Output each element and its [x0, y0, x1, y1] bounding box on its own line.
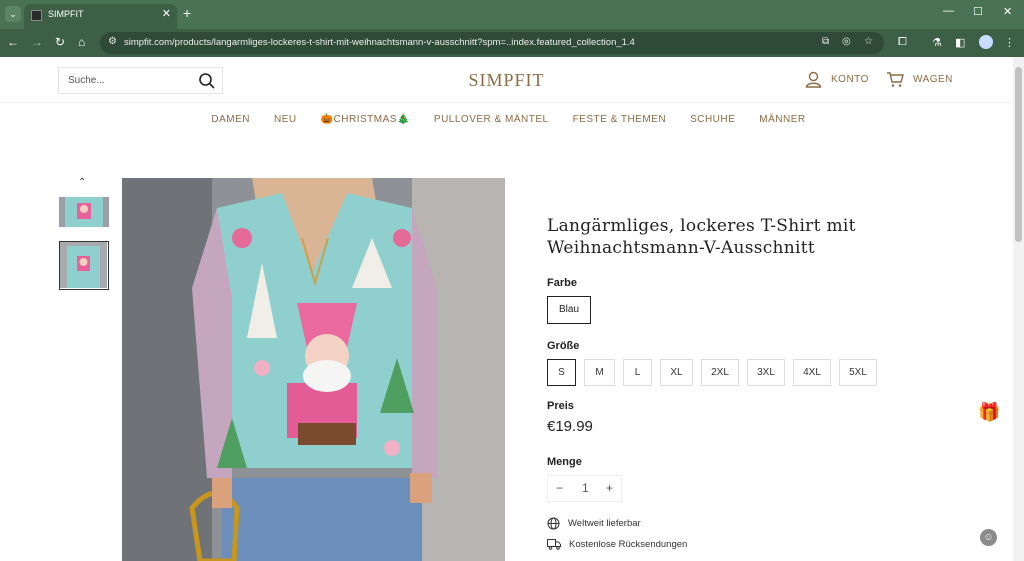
- quantity-value[interactable]: 1: [582, 481, 589, 495]
- eye-off-icon[interactable]: ◎: [842, 36, 851, 47]
- product-price: €19.99: [547, 418, 593, 435]
- menu-icon[interactable]: ⋮: [1004, 36, 1015, 49]
- quantity-decrease-button[interactable]: −: [556, 481, 563, 495]
- sidebar-icon[interactable]: ◧: [955, 36, 965, 49]
- new-tab-icon[interactable]: +: [183, 5, 191, 21]
- size-selector: S M L XL 2XL 3XL 4XL 5XL: [547, 359, 877, 386]
- color-label: Farbe: [547, 277, 577, 289]
- size-label: Größe: [547, 340, 580, 352]
- cart-icon: [887, 72, 904, 87]
- back-icon[interactable]: ←: [7, 35, 19, 49]
- nav-item-damen[interactable]: DAMEN: [211, 114, 250, 125]
- address-bar[interactable]: ⚙ simpfit.com/products/langarmliges-lock…: [100, 32, 884, 54]
- favicon-icon: [31, 10, 42, 21]
- price-label: Preis: [547, 400, 574, 412]
- account-link[interactable]: KONTO: [805, 71, 869, 88]
- translate-icon[interactable]: ⧉: [822, 36, 829, 47]
- forward-icon[interactable]: →: [31, 35, 43, 49]
- main-navigation: DAMEN NEU 🎃CHRISTMAS🎄 PULLOVER & MÄNTEL …: [0, 114, 1013, 125]
- web-page: SIMPFIT KONTO WAGEN DAMEN NEU 🎃CHRISTMAS…: [0, 57, 1013, 561]
- nav-item-maenner[interactable]: MÄNNER: [759, 114, 805, 125]
- site-info-icon[interactable]: ⚙: [108, 36, 117, 47]
- feature-text: Weltweit lieferbar: [568, 518, 641, 529]
- browser-tabstrip: ⌄ SIMPFIT ✕ + — ☐ ✕: [0, 0, 1024, 29]
- truck-icon: [547, 539, 561, 550]
- size-option-l[interactable]: L: [623, 359, 652, 386]
- tab-title: SIMPFIT: [48, 9, 84, 19]
- gift-icon[interactable]: 🎁: [978, 402, 1000, 423]
- product-title: Langärmliges, lockeres T-Shirt mit Weihn…: [547, 216, 856, 258]
- globe-icon: [547, 517, 560, 530]
- maximize-icon[interactable]: ☐: [973, 5, 983, 18]
- url-text[interactable]: simpfit.com/products/langarmliges-locker…: [124, 37, 635, 48]
- tab-close-icon[interactable]: ✕: [162, 7, 171, 20]
- quantity-stepper: − 1 +: [547, 475, 622, 502]
- size-option-xl[interactable]: XL: [660, 359, 693, 386]
- nav-item-schuhe[interactable]: SCHUHE: [690, 114, 735, 125]
- feature-worldwide-shipping: Weltweit lieferbar: [547, 517, 641, 530]
- size-option-2xl[interactable]: 2XL: [701, 359, 739, 386]
- labs-icon[interactable]: ⚗: [932, 36, 942, 49]
- color-option-blau[interactable]: Blau: [547, 296, 591, 324]
- reload-icon[interactable]: ↻: [55, 35, 65, 49]
- nav-item-pullover[interactable]: PULLOVER & MÄNTEL: [434, 114, 549, 125]
- minimize-icon[interactable]: —: [943, 5, 954, 17]
- chat-support-icon[interactable]: ☺: [980, 529, 997, 546]
- profile-avatar[interactable]: [979, 35, 993, 49]
- account-label: KONTO: [831, 74, 869, 85]
- feature-text: Kostenlose Rücksendungen: [569, 538, 688, 550]
- size-option-5xl[interactable]: 5XL: [839, 359, 877, 386]
- size-option-s[interactable]: S: [547, 359, 576, 386]
- extensions-icon[interactable]: ⧠: [898, 36, 907, 49]
- tab-search-icon[interactable]: ⌄: [5, 6, 21, 22]
- quantity-increase-button[interactable]: +: [606, 481, 613, 495]
- scrollbar-thumb[interactable]: [1015, 67, 1022, 242]
- quantity-label: Menge: [547, 456, 582, 468]
- size-option-m[interactable]: M: [584, 359, 615, 386]
- cart-label: WAGEN: [913, 74, 953, 85]
- product-thumbnail-active[interactable]: [59, 241, 109, 290]
- nav-item-neu[interactable]: NEU: [274, 114, 297, 125]
- scrollbar[interactable]: [1013, 57, 1024, 561]
- browser-toolbar: ← → ↻ ⌂ ⚙ simpfit.com/products/langarmli…: [0, 29, 1024, 57]
- product-image[interactable]: [122, 178, 505, 561]
- home-icon[interactable]: ⌂: [78, 35, 85, 49]
- user-icon: [805, 71, 822, 88]
- nav-item-christmas[interactable]: 🎃CHRISTMAS🎄: [321, 114, 410, 125]
- nav-item-feste[interactable]: FESTE & THEMEN: [573, 114, 667, 125]
- chevron-up-icon[interactable]: ⌃: [78, 177, 86, 188]
- product-thumbnail[interactable]: [59, 197, 109, 227]
- browser-tab[interactable]: SIMPFIT ✕: [24, 4, 177, 29]
- feature-free-returns: Kostenlose Rücksendungen: [547, 538, 687, 550]
- size-option-3xl[interactable]: 3XL: [747, 359, 785, 386]
- header-divider: [0, 102, 1013, 103]
- window-close-icon[interactable]: ✕: [1003, 5, 1012, 18]
- bookmark-star-icon[interactable]: ☆: [864, 36, 873, 47]
- size-option-4xl[interactable]: 4XL: [793, 359, 831, 386]
- cart-link[interactable]: WAGEN: [886, 71, 953, 88]
